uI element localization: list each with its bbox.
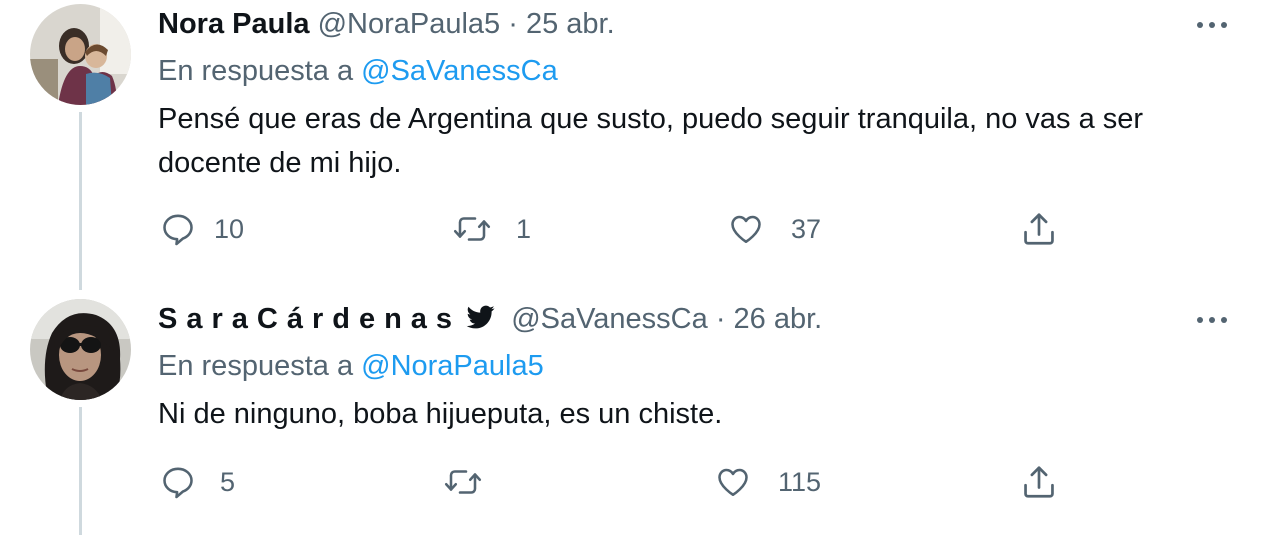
- more-options-button[interactable]: [1196, 14, 1228, 34]
- reply-count: 5: [220, 466, 236, 497]
- avatar[interactable]: [30, 4, 131, 105]
- reply-context: En respuesta a @SaVanessCa: [158, 54, 558, 88]
- reply-mention-link[interactable]: @SaVanessCa: [361, 55, 558, 87]
- reply-count: 10: [214, 213, 245, 244]
- thread-line: [79, 112, 82, 290]
- reply-button[interactable]: 10: [160, 209, 244, 249]
- avatar[interactable]: [30, 299, 131, 400]
- tweet-date[interactable]: 25 abr.: [526, 8, 615, 40]
- share-upload-icon: [1024, 213, 1054, 245]
- retweet-arrows-icon: [453, 217, 491, 241]
- tweet-text: Pensé que eras de Argentina que susto, p…: [158, 103, 1144, 179]
- reply-context: En respuesta a @NoraPaula5: [158, 349, 544, 383]
- author-name[interactable]: Nora Paula: [158, 8, 310, 40]
- tweet-date[interactable]: 26 abr.: [734, 303, 823, 335]
- share-button[interactable]: [1020, 209, 1058, 249]
- tweet-nora-paula: Nora Paula @NoraPaula5 · 25 abr. En resp…: [0, 0, 1280, 290]
- retweet-button[interactable]: [443, 462, 501, 502]
- speech-bubble-icon: [163, 467, 193, 499]
- separator-dot: ·: [508, 8, 518, 40]
- tweet-header: Nora Paula @NoraPaula5 · 25 abr.: [158, 7, 615, 41]
- reply-button[interactable]: 5: [160, 462, 235, 502]
- heart-icon: [731, 215, 761, 244]
- tweet-sara-cardenas: SaraCárdenas @SaVanessCa · 26 abr. En re…: [0, 290, 1280, 535]
- like-button[interactable]: 115: [714, 462, 821, 502]
- like-button[interactable]: 37: [727, 209, 821, 249]
- bird-icon: [466, 305, 495, 329]
- author-name[interactable]: SaraCárdenas: [158, 303, 461, 335]
- like-count: 115: [778, 466, 822, 497]
- tweet-text: Ni de ninguno, boba hijueputa, es un chi…: [158, 398, 723, 430]
- reply-prefix: En respuesta a: [158, 350, 354, 382]
- like-count: 37: [791, 213, 822, 244]
- reply-mention-link[interactable]: @NoraPaula5: [361, 350, 544, 382]
- separator-dot: ·: [715, 303, 726, 335]
- reply-prefix: En respuesta a: [158, 55, 354, 87]
- retweet-button[interactable]: 1: [452, 209, 531, 249]
- share-button[interactable]: [1020, 462, 1058, 502]
- share-upload-icon: [1024, 466, 1054, 498]
- tweet-header: SaraCárdenas @SaVanessCa · 26 abr.: [158, 302, 822, 336]
- heart-icon: [718, 468, 748, 497]
- retweet-count: 1: [516, 213, 532, 244]
- thread-line: [79, 407, 82, 535]
- speech-bubble-icon: [163, 214, 193, 246]
- more-options-button[interactable]: [1196, 309, 1228, 329]
- author-handle[interactable]: @NoraPaula5: [318, 8, 501, 40]
- author-handle[interactable]: @SaVanessCa: [511, 303, 708, 335]
- retweet-arrows-icon: [444, 470, 482, 494]
